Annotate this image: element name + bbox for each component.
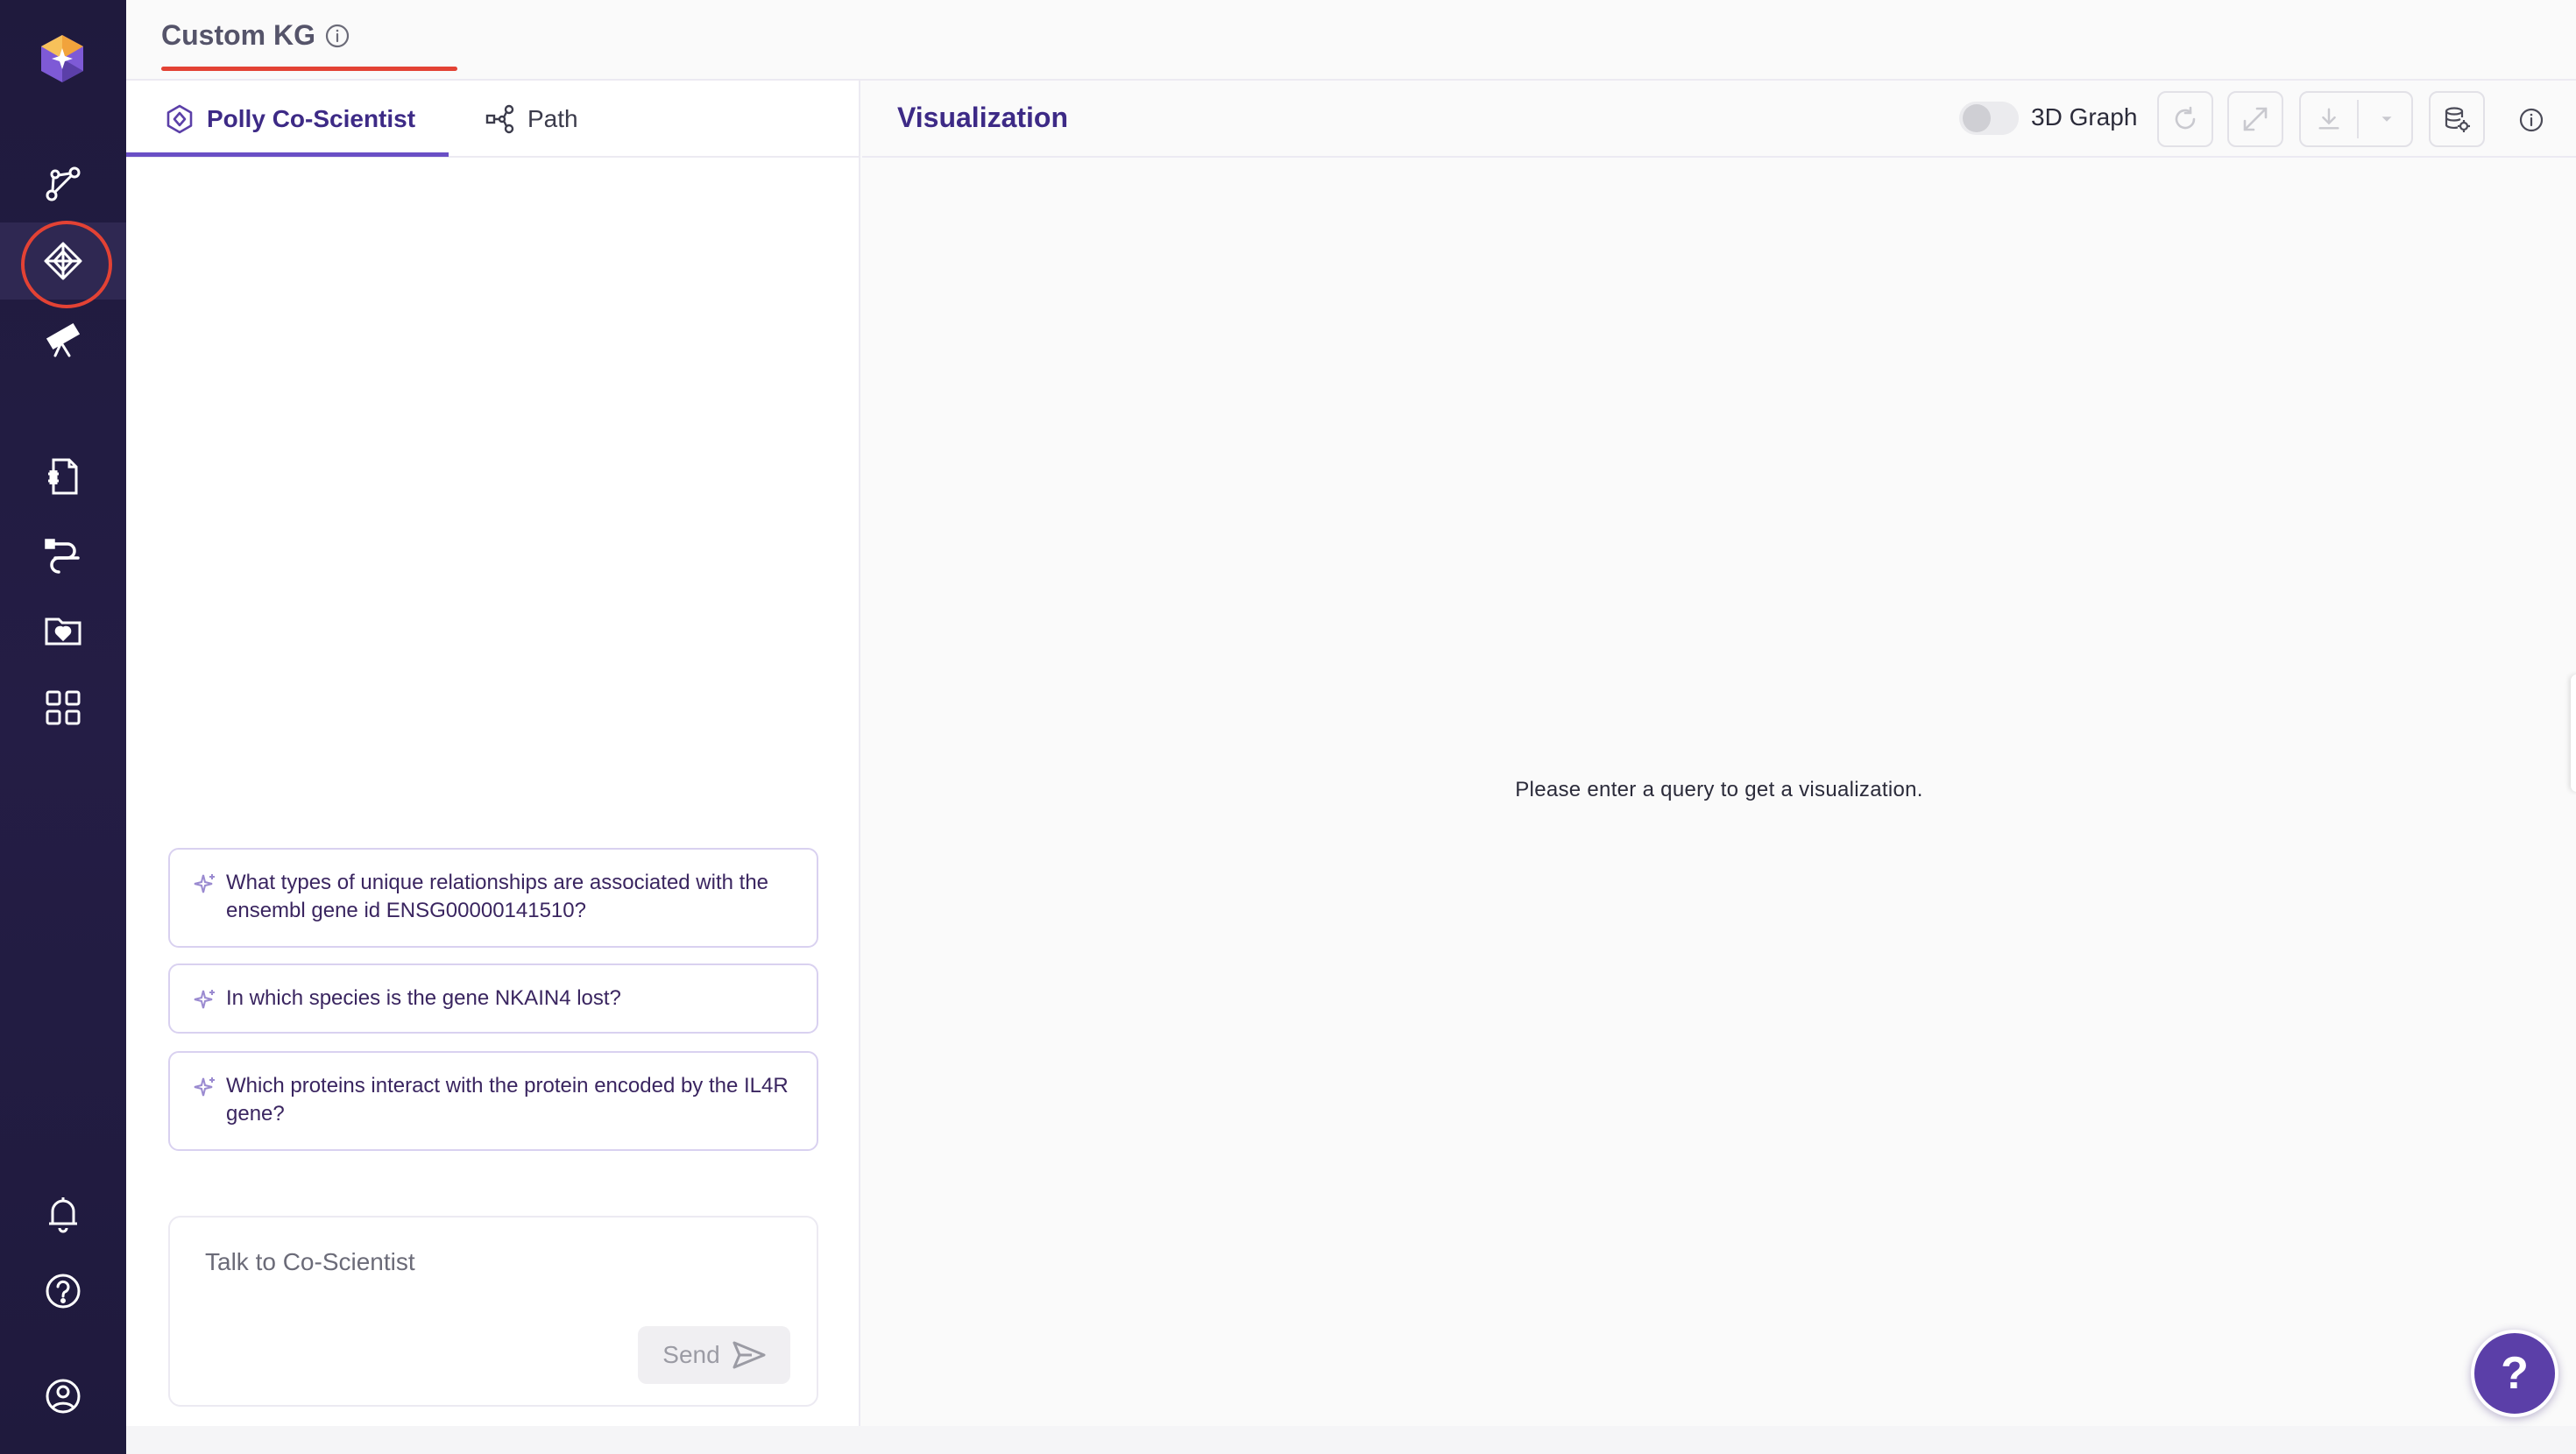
send-label: Send xyxy=(662,1341,720,1368)
active-tab-indicator xyxy=(126,152,449,157)
database-settings-button[interactable] xyxy=(2429,91,2485,147)
suggestion-chip-2[interactable]: In which species is the gene NKAIN4 lost… xyxy=(168,963,818,1034)
rail-item-pipelines[interactable] xyxy=(0,515,126,592)
empty-state-message: Please enter a query to get a visualizat… xyxy=(1515,778,1923,801)
download-button[interactable] xyxy=(2301,93,2357,145)
3d-graph-toggle[interactable] xyxy=(1959,102,2019,135)
left-nav-rail xyxy=(0,0,126,1454)
help-fab-button[interactable]: ? xyxy=(2471,1330,2558,1417)
help-fab-label: ? xyxy=(2501,1348,2529,1399)
telescope-icon xyxy=(46,322,81,357)
download-icon xyxy=(2318,108,2339,130)
database-settings-icon xyxy=(2445,107,2470,132)
path-nodes-icon xyxy=(485,104,514,134)
co-scientist-panel: Polly Co-Scientist Path What types of un… xyxy=(126,81,860,1426)
suggestion-text: In which species is the gene NKAIN4 lost… xyxy=(226,986,621,1010)
suggestion-text: What types of unique relationships are a… xyxy=(226,871,769,922)
3d-graph-label: 3D Graph xyxy=(2031,103,2138,131)
page-header: Custom KG xyxy=(126,0,2576,81)
send-button[interactable]: Send xyxy=(638,1326,790,1384)
rail-item-knowledge-graph[interactable] xyxy=(0,221,126,308)
info-icon[interactable] xyxy=(2518,107,2544,133)
rail-item-graph[interactable] xyxy=(0,145,126,222)
page-title: Custom KG xyxy=(161,19,315,51)
expand-icon xyxy=(2243,107,2268,131)
download-split-button xyxy=(2299,91,2413,147)
sparkle-icon xyxy=(194,1077,215,1097)
tab-label: Path xyxy=(527,105,578,132)
title-underline xyxy=(161,67,457,71)
suggestion-chip-3[interactable]: Which proteins interact with the protein… xyxy=(168,1051,818,1151)
chevron-down-icon xyxy=(2381,116,2392,122)
pipeline-icon xyxy=(45,539,80,574)
sparkle-icon xyxy=(194,874,215,893)
visualization-title: Visualization xyxy=(897,102,1069,133)
suggestion-chip-1[interactable]: What types of unique relationships are a… xyxy=(168,848,818,948)
send-arrow-icon xyxy=(732,1341,766,1369)
rail-item-account[interactable] xyxy=(0,1358,126,1435)
apps-grid-icon xyxy=(46,690,81,725)
refresh-icon xyxy=(2175,106,2196,130)
document-grid-icon xyxy=(48,458,78,495)
visualization-canvas[interactable]: Please enter a query to get a visualizat… xyxy=(862,159,2576,1426)
sparkle-icon xyxy=(194,990,215,1009)
visualization-toolbar: Visualization 3D Graph xyxy=(862,81,2576,158)
suggestion-text: Which proteins interact with the protein… xyxy=(226,1074,789,1126)
expand-button[interactable] xyxy=(2227,91,2283,147)
app-logo-icon[interactable] xyxy=(37,33,88,84)
info-icon[interactable] xyxy=(324,23,350,49)
tab-label: Polly Co-Scientist xyxy=(207,105,416,132)
refresh-button[interactable] xyxy=(2157,91,2213,147)
tab-polly-co-scientist[interactable]: Polly Co-Scientist xyxy=(165,81,415,158)
rail-item-apps[interactable] xyxy=(0,669,126,746)
side-drawer-handle[interactable] xyxy=(2571,674,2576,792)
panel-tabs: Polly Co-Scientist Path xyxy=(126,81,860,158)
rail-item-explore[interactable] xyxy=(0,300,126,377)
rail-item-documents[interactable] xyxy=(0,438,126,515)
user-account-icon xyxy=(46,1379,81,1414)
rail-item-help[interactable] xyxy=(0,1253,126,1330)
tab-path[interactable]: Path xyxy=(485,81,578,158)
help-circle-icon xyxy=(46,1274,81,1309)
co-scientist-hexagon-icon xyxy=(166,104,193,134)
graph-pin-icon xyxy=(46,166,81,201)
rail-item-notifications[interactable] xyxy=(0,1175,126,1253)
download-options-button[interactable] xyxy=(2359,93,2415,145)
bell-icon xyxy=(49,1197,77,1233)
bottom-strip xyxy=(126,1426,2576,1454)
rail-item-favorites[interactable] xyxy=(0,592,126,669)
knowledge-graph-icon xyxy=(44,242,82,280)
chat-composer: Send xyxy=(168,1216,818,1407)
favorites-folder-icon xyxy=(45,618,81,646)
chat-input[interactable] xyxy=(205,1244,783,1281)
